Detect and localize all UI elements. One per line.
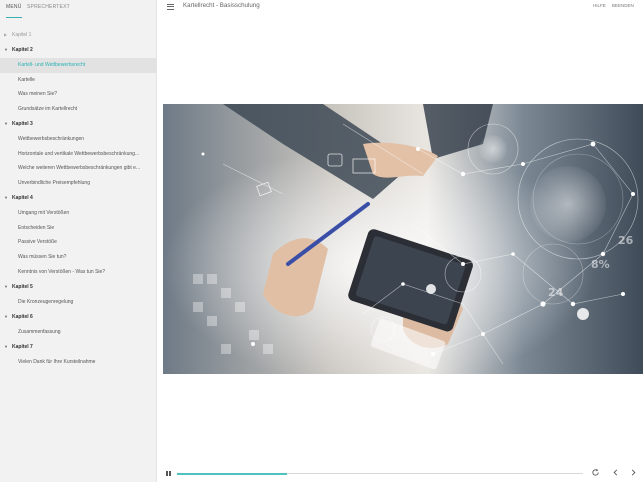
toc-chapter-label: Kapitel 6 (12, 314, 33, 321)
toc-item[interactable]: Kenntnis von Verstößen - Was tun Sie? (0, 265, 156, 280)
next-icon[interactable] (629, 468, 638, 477)
toc-item[interactable]: Wettbewerbsbeschränkungen (0, 132, 156, 147)
toc-chapter-label: Kapitel 2 (12, 47, 33, 54)
toc-chapter[interactable]: ▼ Kapitel 2 (0, 43, 156, 58)
previous-icon[interactable] (611, 468, 620, 477)
sidebar-menu: MENÜ SPRECHERTEXT ▶ Kapitel 1 ▼ Kapitel 2 Ka… (0, 0, 157, 482)
business-technology-photo: 26 8% 24 (163, 104, 643, 374)
toc-item[interactable]: Umgang mit Verstößen (0, 206, 156, 221)
active-tab-indicator (6, 17, 22, 18)
chevron-down-icon[interactable]: ▼ (4, 280, 8, 295)
chevron-down-icon[interactable]: ▼ (4, 43, 8, 58)
toc-chapter-label: Kapitel 3 (12, 121, 33, 128)
toc-chapter-label: Kapitel 5 (12, 284, 33, 291)
toc-chapter[interactable]: ▼ Kapitel 4 (0, 191, 156, 206)
chevron-down-icon[interactable]: ▼ (4, 117, 8, 132)
pause-icon[interactable] (166, 471, 171, 476)
hero-image: 26 8% 24 (163, 104, 643, 374)
svg-text:26: 26 (618, 234, 634, 247)
tab-menu[interactable]: MENÜ (6, 4, 22, 10)
toc-chapter[interactable]: ▼ Kapitel 6 (0, 310, 156, 325)
toc-chapter[interactable]: ▶ Kapitel 1 (0, 28, 156, 43)
chevron-down-icon[interactable]: ▼ (4, 340, 8, 355)
toc-chapter[interactable]: ▼ Kapitel 5 (0, 280, 156, 295)
svg-text:24: 24 (548, 286, 564, 299)
chevron-down-icon[interactable]: ▼ (4, 310, 8, 325)
replay-icon[interactable] (591, 468, 600, 477)
toc-chapter[interactable]: ▼ Kapitel 7 (0, 340, 156, 355)
chevron-right-icon[interactable]: ▶ (4, 28, 7, 43)
toc-chapter-label: Kapitel 7 (12, 344, 33, 350)
toc-item[interactable]: Entscheiden Sie (0, 221, 156, 236)
toc-chapter-label: Kapitel 1 (12, 32, 32, 38)
svg-text:8%: 8% (591, 258, 610, 271)
top-bar: Kartellrecht - Basisschulung HILFE BEEND… (157, 0, 643, 14)
toc-item[interactable]: Kartell- und Wettbewerbsrecht (0, 57, 156, 73)
progress-fill (177, 472, 287, 475)
toc-item[interactable]: Passive Verstöße (0, 235, 156, 250)
hamburger-icon[interactable] (167, 4, 174, 10)
toc-item[interactable]: Horizontale und vertikale Wettbewerbsbes… (0, 147, 156, 162)
toc-item[interactable]: Welche weiteren Wettbewerbsbeschränkunge… (0, 161, 156, 176)
page-title: Kartellrecht - Basisschulung (183, 2, 260, 9)
chevron-down-icon[interactable]: ▼ (4, 191, 8, 206)
toc-item[interactable]: Was meinen Sie? (0, 87, 156, 102)
toc-item[interactable]: Grundsätze im Kartellrecht (0, 102, 156, 117)
player-controls (157, 463, 643, 482)
exit-link[interactable]: BEENDEN (612, 3, 634, 8)
toc-item[interactable]: Kartelle (0, 73, 156, 88)
toc-item[interactable]: Was müssen Sie tun? (0, 250, 156, 265)
toc-item[interactable]: Zusammenfassung (0, 325, 156, 340)
table-of-contents: ▶ Kapitel 1 ▼ Kapitel 2 Kartell- und Wettbew… (0, 28, 156, 370)
toc-item[interactable]: Die Kronzeugenregelung (0, 295, 156, 310)
sidebar-tabs: MENÜ SPRECHERTEXT (0, 0, 156, 20)
toc-item[interactable]: Vielen Dank für Ihre Kursteilnahme (0, 355, 156, 370)
tab-speaker-text[interactable]: SPRECHERTEXT (27, 4, 70, 10)
toc-chapter-label: Kapitel 4 (12, 195, 33, 202)
progress-bar[interactable] (177, 472, 583, 475)
toc-chapter[interactable]: ▼ Kapitel 3 (0, 117, 156, 132)
toc-item[interactable]: Unverbindliche Preisempfehlung (0, 176, 156, 191)
help-link[interactable]: HILFE (593, 3, 606, 8)
